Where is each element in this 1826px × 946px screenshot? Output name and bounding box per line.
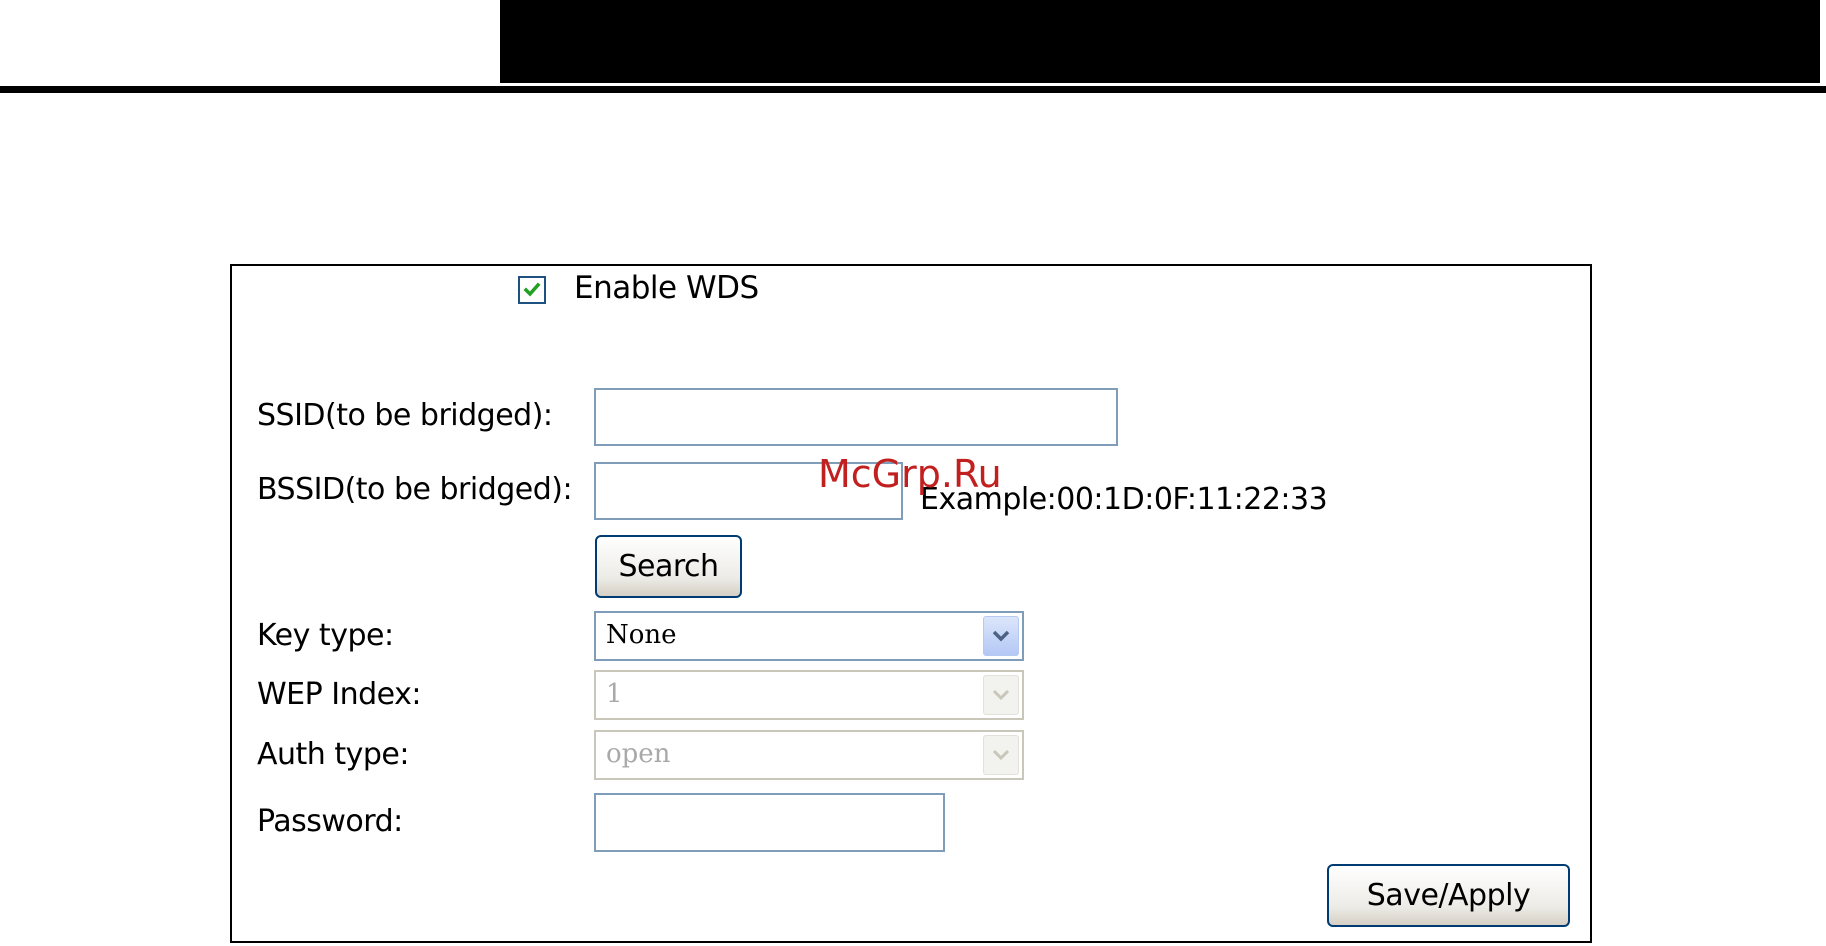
header-bar: [500, 0, 1820, 83]
auth-type-select[interactable]: open: [594, 730, 1024, 780]
key-type-select[interactable]: None: [594, 611, 1024, 661]
checkmark-icon: [523, 282, 541, 297]
watermark: McGrp.Ru: [818, 452, 1002, 496]
enable-wds-checkbox[interactable]: [518, 276, 546, 304]
chevron-down-icon[interactable]: [983, 616, 1019, 656]
password-input[interactable]: [594, 793, 945, 852]
ssid-label: SSID(to be bridged):: [257, 398, 553, 433]
wep-index-select[interactable]: 1: [594, 670, 1024, 720]
enable-wds-label: Enable WDS: [574, 270, 759, 306]
password-label: Password:: [257, 804, 403, 839]
chevron-down-icon[interactable]: [983, 675, 1019, 715]
search-button[interactable]: Search: [595, 535, 742, 598]
chevron-down-icon[interactable]: [983, 735, 1019, 775]
wep-index-label: WEP Index:: [257, 677, 421, 712]
ssid-input[interactable]: [594, 388, 1118, 446]
key-type-label: Key type:: [257, 618, 394, 653]
wep-index-value: 1: [606, 679, 623, 709]
save-apply-button[interactable]: Save/Apply: [1327, 864, 1570, 927]
auth-type-value: open: [606, 739, 671, 769]
key-type-value: None: [606, 620, 677, 650]
bssid-label: BSSID(to be bridged):: [257, 472, 573, 507]
auth-type-label: Auth type:: [257, 737, 409, 772]
header-rule: [0, 86, 1826, 93]
